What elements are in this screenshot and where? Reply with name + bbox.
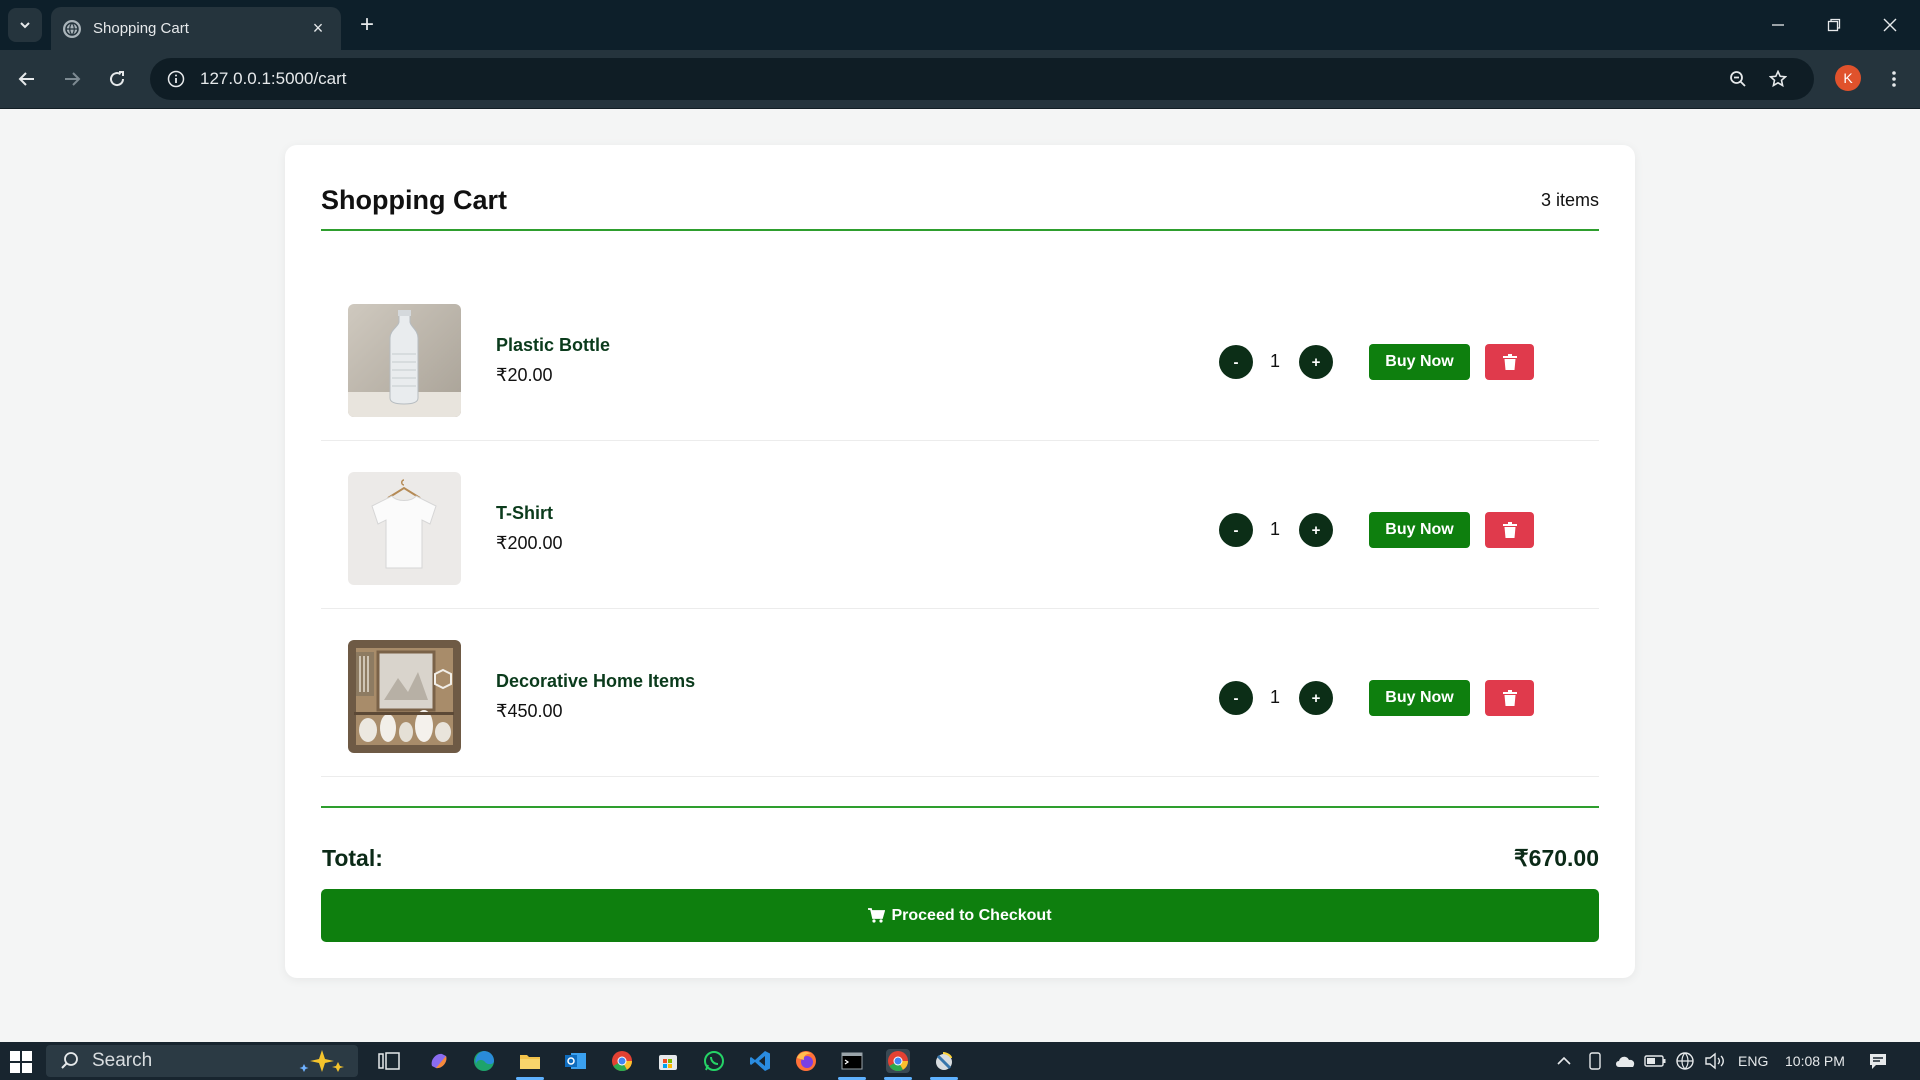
vscode-icon[interactable] [748,1049,772,1073]
cart-card: Shopping Cart 3 items Plastic Bottle ₹20… [285,145,1635,978]
arrow-right-icon [65,72,81,86]
minimize-button[interactable] [1750,0,1806,50]
tablet-icon[interactable] [1583,1049,1607,1073]
battery-icon[interactable] [1643,1049,1667,1073]
close-window-button[interactable] [1862,0,1918,50]
delete-item-button[interactable] [1485,680,1534,716]
edge-icon[interactable] [472,1049,496,1073]
buy-now-button[interactable]: Buy Now [1369,344,1470,380]
increase-quantity-button[interactable]: + [1299,345,1333,379]
outlook-icon[interactable] [564,1049,588,1073]
taskbar-search[interactable]: Search [46,1045,358,1077]
chrome-active-icon[interactable] [886,1049,910,1073]
url-text[interactable]: 127.0.0.1:5000/cart [200,69,1718,89]
whatsapp-icon[interactable] [702,1049,726,1073]
new-tab-button[interactable]: + [352,10,382,40]
copilot-sparkle-icon [299,1050,344,1072]
clock[interactable]: 10:08 PM [1785,1053,1845,1069]
increase-quantity-button[interactable]: + [1299,513,1333,547]
total-label: Total: [322,845,383,871]
cart-item: T-Shirt ₹200.00 - 1 + Buy Now [321,441,1599,609]
page-title: Shopping Cart [321,184,507,215]
product-image-tshirt [348,472,461,585]
buy-now-button[interactable]: Buy Now [1369,512,1470,548]
zoom-icon[interactable] [1718,62,1758,96]
restore-icon [1827,18,1841,32]
restore-button[interactable] [1806,0,1862,50]
chrome-icon[interactable] [610,1049,634,1073]
site-info-icon[interactable] [166,69,186,89]
cart-items-list: Plastic Bottle ₹20.00 - 1 + Buy Now T-Sh… [321,273,1599,777]
quantity-value: 1 [1269,687,1280,707]
file-explorer-icon[interactable] [518,1049,542,1073]
product-name: T-Shirt [496,503,553,523]
forward-button[interactable] [55,62,89,96]
product-name: Plastic Bottle [496,335,611,355]
delete-item-button[interactable] [1485,344,1534,380]
item-count: 3 items [1540,189,1599,210]
trash-icon [1502,690,1517,706]
cart-item: Plastic Bottle ₹20.00 - 1 + Buy Now [321,273,1599,441]
search-placeholder: Search [92,1050,153,1071]
reload-button[interactable] [100,62,134,96]
chevron-up-icon[interactable] [1552,1049,1576,1073]
volume-icon[interactable] [1703,1049,1727,1073]
reload-icon [110,71,125,87]
buy-now-button[interactable]: Buy Now [1369,680,1470,716]
onedrive-icon[interactable] [1613,1049,1637,1073]
terminal-icon[interactable] [840,1049,864,1073]
language-indicator[interactable]: ENG [1738,1053,1768,1069]
browser-toolbar: 127.0.0.1:5000/cart K [0,50,1920,109]
proceed-to-checkout-button[interactable]: Proceed to Checkout [321,889,1599,942]
star-icon[interactable] [1758,62,1798,96]
more-vertical-icon [1892,71,1896,87]
address-bar[interactable]: 127.0.0.1:5000/cart [150,58,1814,100]
copilot-icon[interactable] [427,1049,451,1073]
product-price: ₹200.00 [496,533,563,553]
windows-logo-icon [10,1051,32,1073]
total-value: ₹670.00 [1514,845,1599,871]
trash-icon [1502,354,1517,370]
decrease-quantity-button[interactable]: - [1219,681,1253,715]
browser-tab[interactable]: Shopping Cart × [51,7,341,50]
network-globe-icon[interactable] [1673,1049,1697,1073]
cart-item: Decorative Home Items ₹450.00 - 1 + Buy … [321,609,1599,777]
product-price: ₹20.00 [496,365,553,385]
increase-quantity-button[interactable]: + [1299,681,1333,715]
product-price: ₹450.00 [496,701,563,721]
product-name: Decorative Home Items [496,671,696,691]
tab-title: Shopping Cart [93,20,189,37]
product-image-decorative-home [348,640,461,753]
quantity-value: 1 [1269,519,1280,539]
total-divider [321,806,1599,808]
task-view-icon[interactable] [377,1049,401,1073]
browser-tab-bar: Shopping Cart × + [0,0,1920,50]
windows-start-button[interactable] [10,1051,32,1073]
microsoft-store-icon[interactable] [656,1049,680,1073]
cart-header: Shopping Cart 3 items [321,145,1599,231]
delete-item-button[interactable] [1485,512,1534,548]
close-tab-button[interactable]: × [307,18,329,39]
firefox-icon[interactable] [794,1049,818,1073]
notification-icon[interactable] [1866,1049,1890,1073]
shopping-cart-icon [868,908,886,923]
quantity-value: 1 [1269,351,1280,371]
python-app-icon[interactable] [932,1049,956,1073]
decrease-quantity-button[interactable]: - [1219,345,1253,379]
windows-taskbar: Search ENG 10:08 PM [0,1042,1920,1080]
product-image-plastic-bottle [348,304,461,417]
decrease-quantity-button[interactable]: - [1219,513,1253,547]
profile-avatar[interactable]: K [1835,65,1861,91]
minimize-icon [1772,24,1784,26]
tab-search-button[interactable] [8,8,42,42]
back-button[interactable] [10,62,44,96]
checkout-label: Proceed to Checkout [891,906,1052,924]
browser-menu-button[interactable] [1880,62,1908,96]
trash-icon [1502,522,1517,538]
globe-icon [63,19,81,38]
chevron-down-icon [20,22,30,29]
search-icon [61,1052,78,1069]
arrow-left-icon [18,72,34,86]
close-icon [1883,18,1897,32]
